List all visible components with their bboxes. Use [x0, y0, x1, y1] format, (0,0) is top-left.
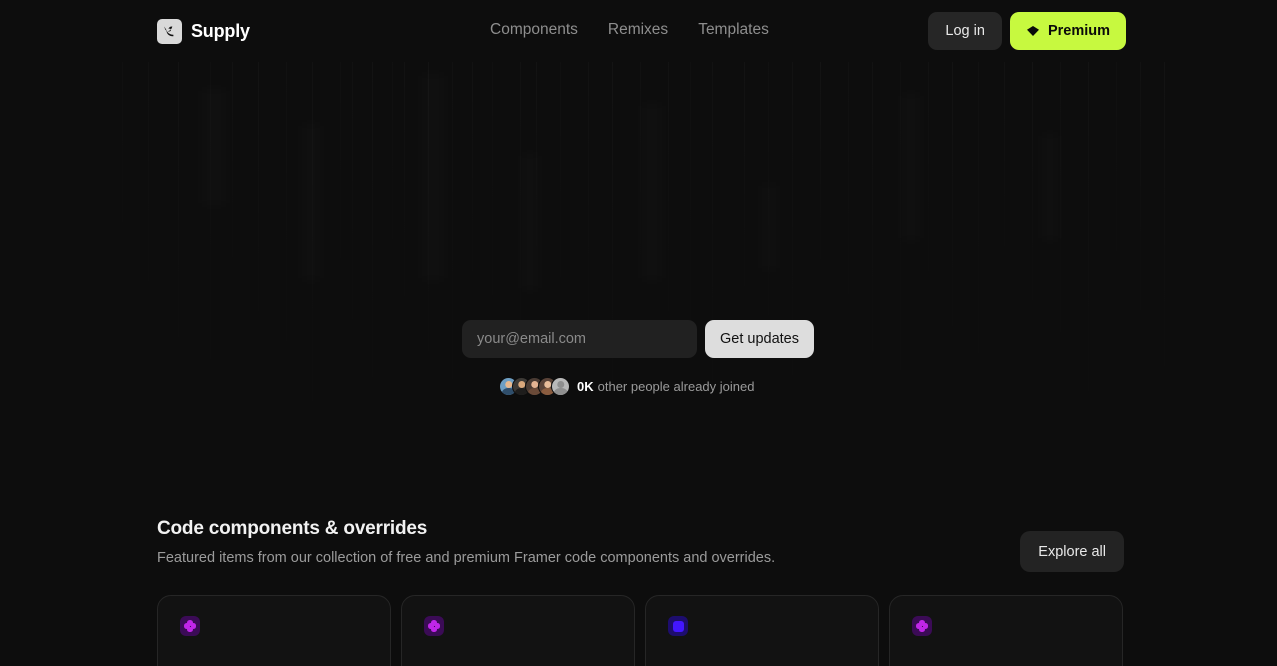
nav-link-remixes[interactable]: Remixes — [608, 21, 668, 39]
nav-link-components[interactable]: Components — [490, 21, 578, 39]
get-updates-button[interactable]: Get updates — [705, 320, 814, 358]
blue-square-icon — [668, 616, 688, 636]
social-proof-text: other people already joined — [597, 379, 755, 394]
component-card[interactable] — [645, 595, 879, 666]
avatar-group — [499, 377, 570, 396]
site-header: Supply Components Remixes Templates Log … — [0, 0, 1277, 62]
premium-button[interactable]: Premium — [1009, 12, 1126, 50]
email-input[interactable] — [462, 320, 697, 358]
section-subtitle: Featured items from our collection of fr… — [157, 550, 776, 566]
supply-logo-icon — [157, 19, 182, 44]
social-proof: 0K other people already joined — [499, 377, 754, 396]
diamond-icon — [1026, 25, 1040, 37]
component-card[interactable] — [157, 595, 391, 666]
hero-background-texture — [0, 62, 1277, 457]
framer-component-icon — [180, 616, 200, 636]
main-navigation: Components Remixes Templates — [490, 21, 769, 39]
premium-button-label: Premium — [1047, 23, 1110, 39]
login-button[interactable]: Log in — [928, 12, 1002, 50]
explore-all-button[interactable]: Explore all — [1020, 531, 1124, 572]
section-header: Code components & overrides Featured ite… — [157, 518, 775, 566]
newsletter-signup-form: Get updates — [462, 320, 814, 358]
social-proof-count: 0K — [577, 379, 594, 394]
section-title: Code components & overrides — [157, 518, 428, 539]
component-card-grid — [157, 595, 1123, 666]
component-card[interactable] — [889, 595, 1123, 666]
brand-logo-link[interactable]: Supply — [157, 19, 250, 44]
nav-link-templates[interactable]: Templates — [698, 21, 769, 39]
header-actions: Log in Premium — [928, 12, 1126, 50]
framer-component-icon — [424, 616, 444, 636]
brand-name: Supply — [191, 21, 250, 41]
component-card[interactable] — [401, 595, 635, 666]
avatar — [551, 377, 570, 396]
framer-component-icon — [912, 616, 932, 636]
